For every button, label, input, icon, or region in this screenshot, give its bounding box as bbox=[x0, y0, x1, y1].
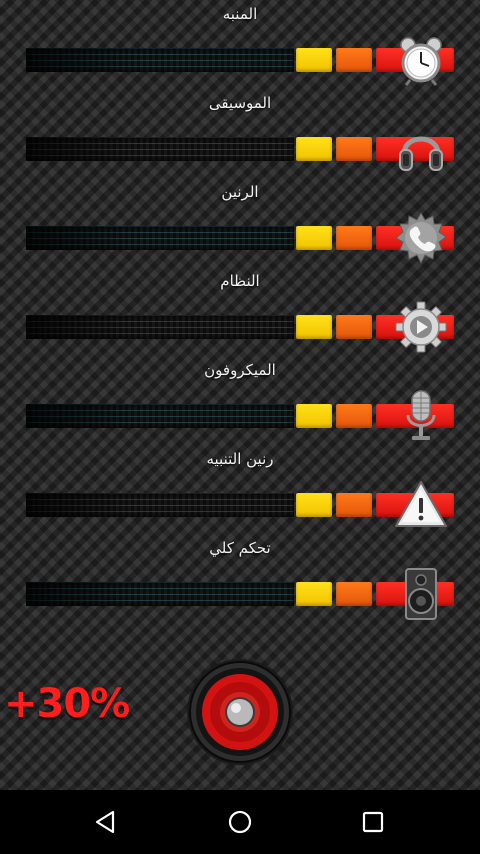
speaker-icon bbox=[405, 568, 437, 620]
alarm-clock-icon bbox=[400, 37, 442, 86]
level-segment-yellow bbox=[296, 315, 332, 339]
home-circle-icon bbox=[228, 810, 252, 834]
level-segment-yellow bbox=[296, 404, 332, 428]
headphones-icon bbox=[399, 136, 443, 171]
volume-row-system: النظام bbox=[0, 267, 480, 356]
volume-slider-notification[interactable] bbox=[26, 481, 454, 527]
slider-track bbox=[26, 48, 294, 72]
volume-row-ringtone: الرنين bbox=[0, 178, 480, 267]
nav-back-button[interactable] bbox=[86, 802, 126, 842]
slider-thumb-alarm[interactable] bbox=[394, 33, 448, 87]
volume-row-notification: رنين التنبيه bbox=[0, 445, 480, 534]
level-segment-orange bbox=[336, 137, 372, 161]
boost-speaker-button[interactable] bbox=[186, 658, 294, 766]
boost-percent-label: +30% bbox=[4, 681, 130, 727]
gear-icon bbox=[395, 301, 447, 353]
boost-area: +30% bbox=[0, 650, 480, 790]
level-segment-orange bbox=[336, 48, 372, 72]
recents-square-icon bbox=[362, 811, 384, 833]
big-speaker-icon bbox=[187, 659, 293, 765]
slider-thumb-notification[interactable] bbox=[394, 478, 448, 532]
slider-thumb-music[interactable] bbox=[394, 122, 448, 176]
volume-booster-app: المنبه الموسيقى الرنين النظام الميكروفون… bbox=[0, 0, 480, 790]
row-label-notification: رنين التنبيه bbox=[206, 450, 274, 468]
volume-row-music: الموسيقى bbox=[0, 89, 480, 178]
level-segment-yellow bbox=[296, 137, 332, 161]
slider-track bbox=[26, 315, 294, 339]
slider-track bbox=[26, 137, 294, 161]
nav-recents-button[interactable] bbox=[353, 802, 393, 842]
volume-slider-alarm[interactable] bbox=[26, 37, 454, 86]
phone-icon bbox=[395, 211, 447, 265]
level-segment-yellow bbox=[296, 48, 332, 72]
warning-icon bbox=[395, 481, 447, 527]
microphone-icon bbox=[406, 390, 436, 440]
level-segment-yellow bbox=[296, 493, 332, 517]
volume-slider-microphone[interactable] bbox=[26, 390, 454, 440]
row-label-system: النظام bbox=[220, 272, 260, 290]
slider-thumb-ringtone[interactable] bbox=[394, 211, 448, 265]
level-segment-orange bbox=[336, 315, 372, 339]
row-label-master: تحكم كلي bbox=[209, 539, 271, 557]
level-segment-yellow bbox=[296, 582, 332, 606]
volume-slider-system[interactable] bbox=[26, 301, 454, 353]
level-segment-orange bbox=[336, 404, 372, 428]
slider-track bbox=[26, 226, 294, 250]
row-label-alarm: المنبه bbox=[222, 5, 258, 23]
system-navigation-bar bbox=[0, 790, 480, 854]
level-segment-yellow bbox=[296, 226, 332, 250]
slider-track bbox=[26, 582, 294, 606]
volume-slider-music[interactable] bbox=[26, 135, 454, 171]
volume-slider-master[interactable] bbox=[26, 568, 454, 620]
row-label-ringtone: الرنين bbox=[221, 183, 259, 201]
volume-row-alarm: المنبه bbox=[0, 0, 480, 89]
back-triangle-icon bbox=[95, 810, 115, 834]
level-segment-orange bbox=[336, 582, 372, 606]
slider-thumb-microphone[interactable] bbox=[394, 389, 448, 443]
nav-home-button[interactable] bbox=[220, 802, 260, 842]
row-label-microphone: الميكروفون bbox=[204, 361, 276, 379]
level-segment-orange bbox=[336, 493, 372, 517]
slider-thumb-master[interactable] bbox=[394, 567, 448, 621]
slider-thumb-system[interactable] bbox=[394, 300, 448, 354]
slider-track bbox=[26, 493, 294, 517]
volume-row-master: تحكم كلي bbox=[0, 534, 480, 623]
level-segment-orange bbox=[336, 226, 372, 250]
row-label-music: الموسيقى bbox=[208, 94, 272, 112]
volume-slider-ringtone[interactable] bbox=[26, 211, 454, 265]
volume-row-microphone: الميكروفون bbox=[0, 356, 480, 445]
slider-track bbox=[26, 404, 294, 428]
